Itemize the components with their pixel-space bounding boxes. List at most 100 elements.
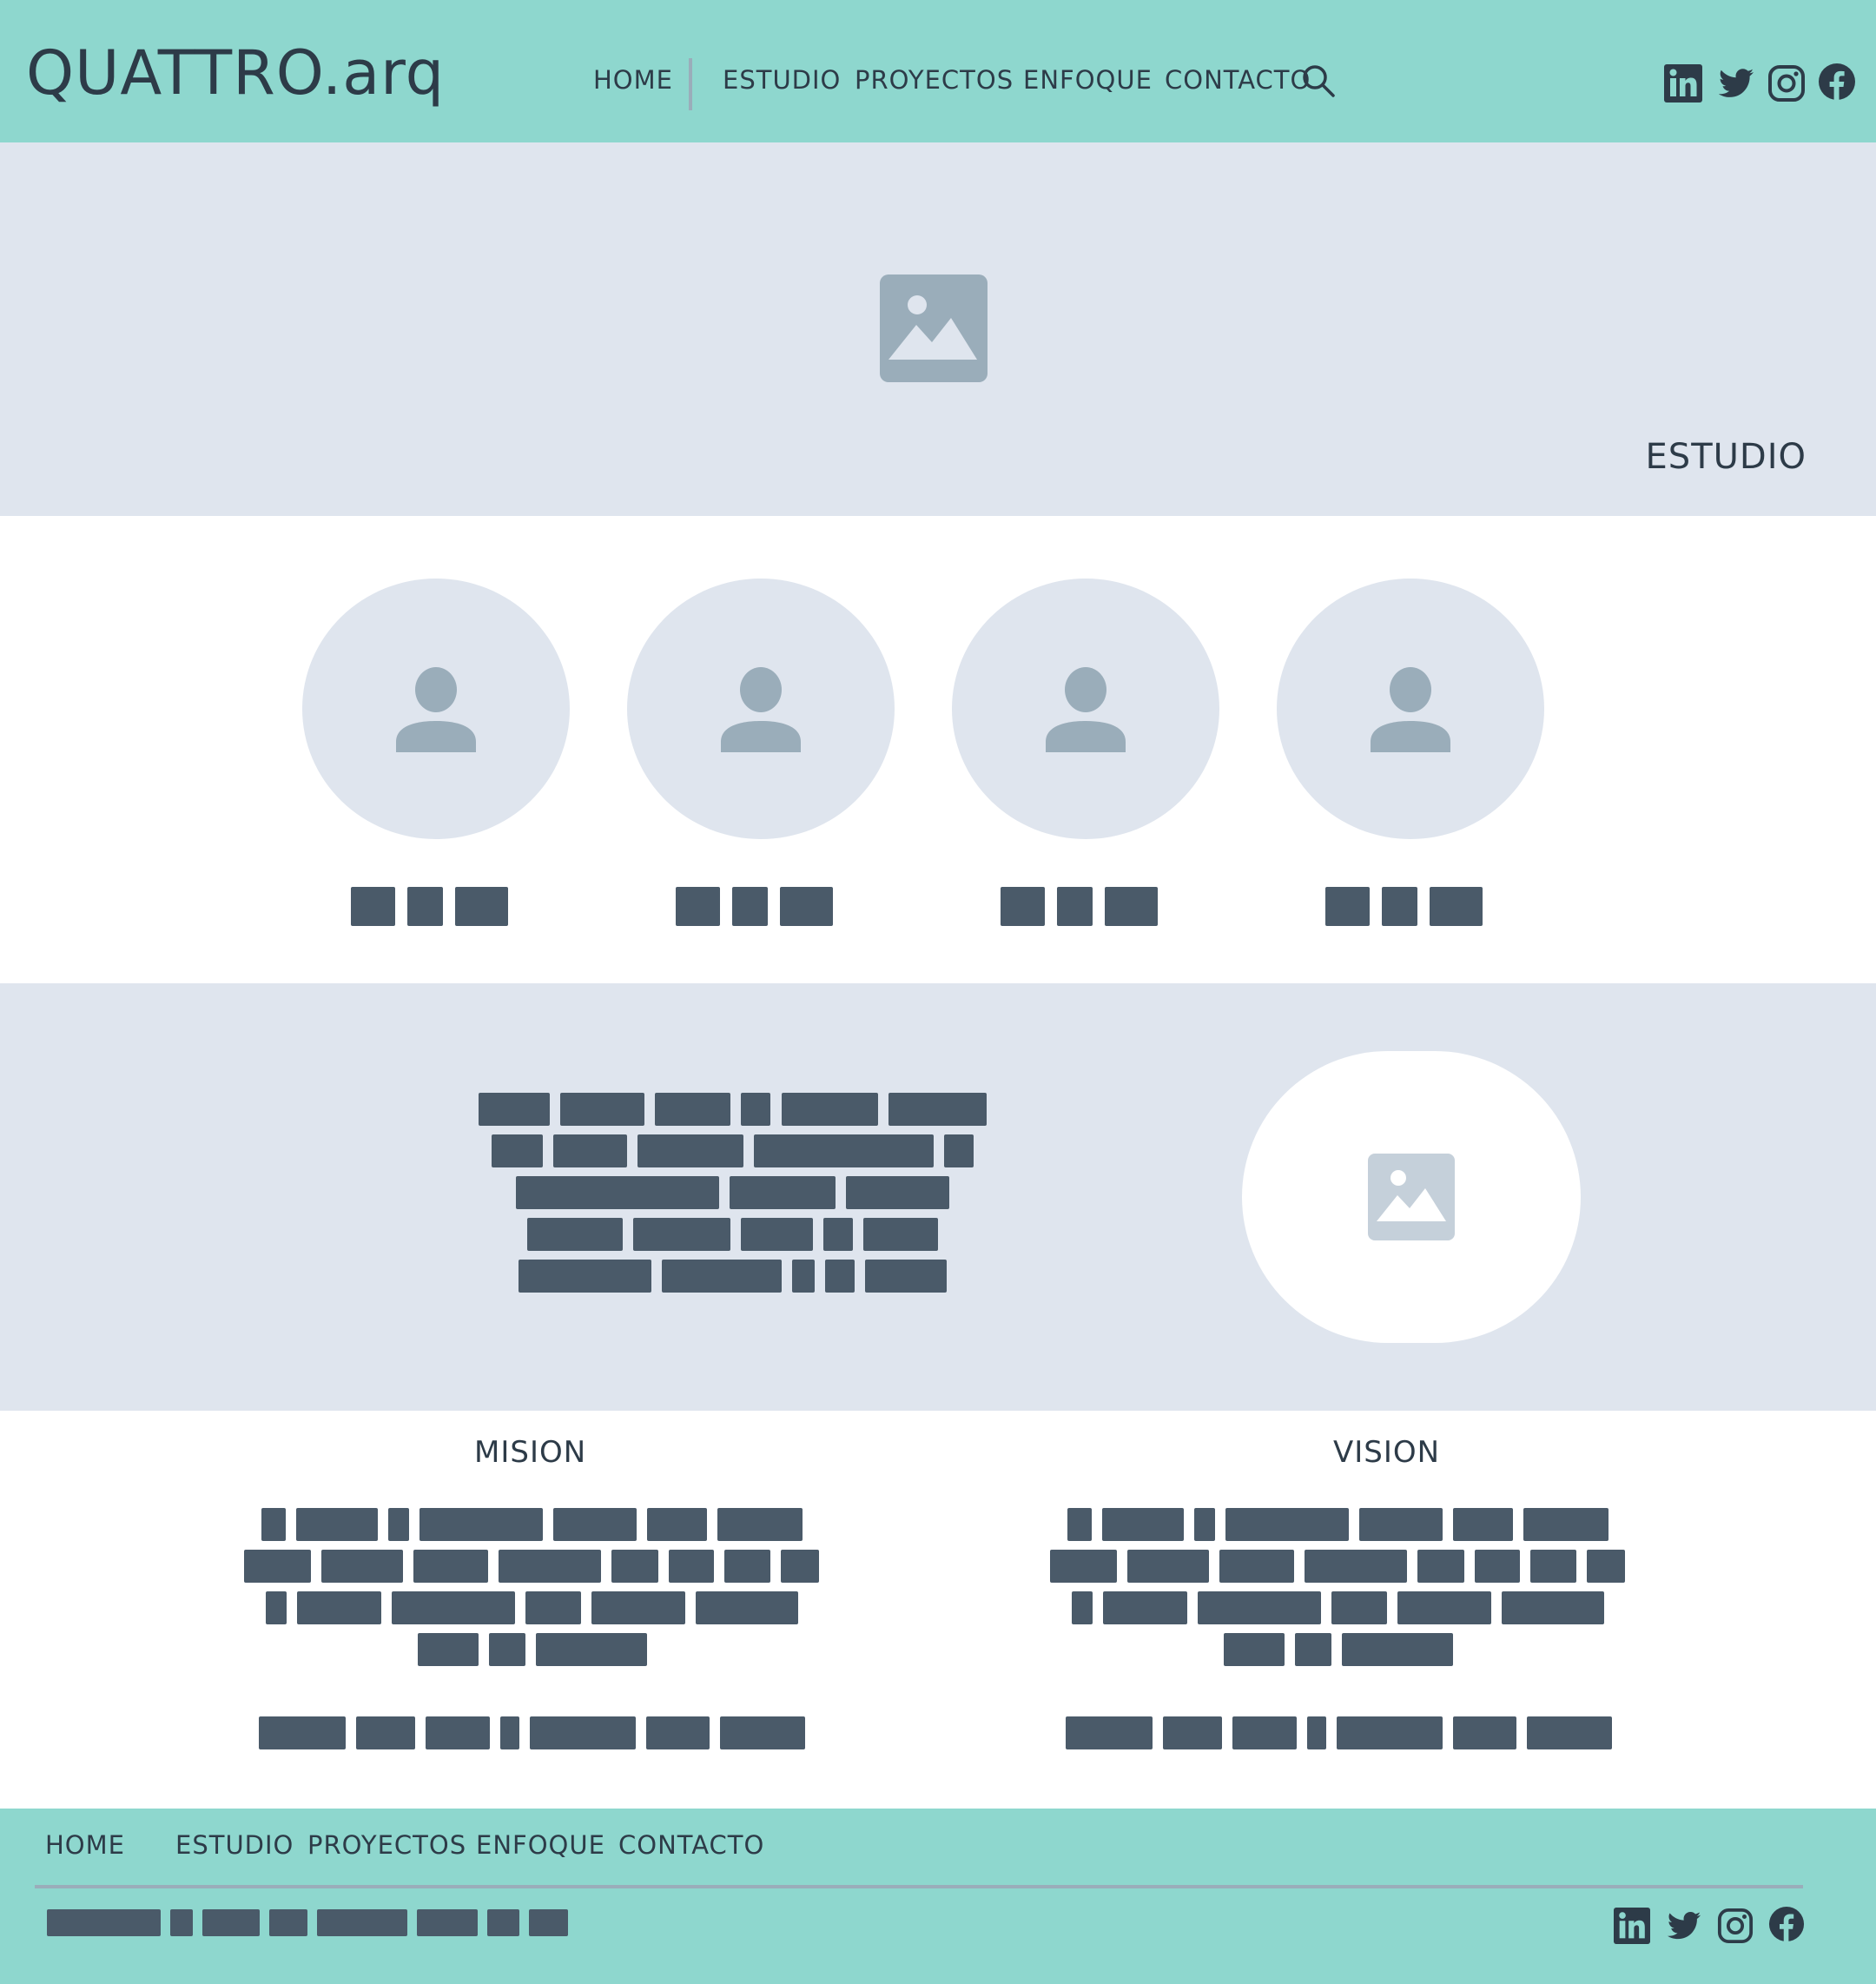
text-placeholder <box>1103 1591 1187 1624</box>
footer-divider <box>35 1885 1803 1888</box>
instagram-icon[interactable] <box>1767 64 1806 103</box>
vision-title: VISION <box>1333 1435 1441 1470</box>
linkedin-icon[interactable] <box>1614 1908 1650 1944</box>
nav-estudio[interactable]: ESTUDIO <box>723 63 841 97</box>
text-placeholder <box>519 1260 651 1293</box>
text-placeholder <box>492 1134 543 1167</box>
nav-divider <box>689 58 692 110</box>
nav-proyectos[interactable]: PROYECTOS <box>855 63 1014 97</box>
text-placeholder <box>1001 887 1045 926</box>
text-placeholder <box>717 1508 803 1541</box>
site-footer: HOME ESTUDIO PROYECTOS ENFOQUE CONTACTO <box>0 1809 1876 1984</box>
footer-nav-proyectos[interactable]: PROYECTOS <box>307 1828 466 1862</box>
facebook-icon[interactable] <box>1818 63 1856 101</box>
text-placeholder <box>1587 1550 1625 1583</box>
about-image-frame <box>1242 1051 1581 1343</box>
text-placeholder <box>1475 1550 1520 1583</box>
text-placeholder <box>741 1093 770 1126</box>
team-member-avatar <box>627 579 895 839</box>
text-placeholder <box>244 1550 311 1583</box>
site-logo[interactable]: QUATTRO.arq <box>26 38 445 108</box>
text-placeholder <box>1530 1550 1576 1583</box>
mission-vision-section: MISION VISION <box>0 1411 1876 1809</box>
text-placeholder <box>781 1550 819 1583</box>
text-placeholder <box>1453 1716 1516 1749</box>
text-placeholder <box>261 1508 286 1541</box>
text-placeholder <box>633 1218 730 1251</box>
text-placeholder <box>560 1093 644 1126</box>
text-placeholder <box>392 1591 515 1624</box>
text-placeholder <box>455 887 508 926</box>
text-placeholder <box>479 1093 550 1126</box>
text-placeholder <box>780 887 833 926</box>
about-section <box>0 983 1876 1411</box>
text-placeholder <box>1198 1591 1321 1624</box>
text-placeholder <box>1102 1508 1184 1541</box>
text-placeholder <box>536 1633 647 1666</box>
text-placeholder <box>754 1134 934 1167</box>
text-placeholder <box>202 1909 260 1936</box>
text-placeholder <box>865 1260 947 1293</box>
nav-enfoque[interactable]: ENFOQUE <box>1023 63 1153 97</box>
footer-nav-estudio[interactable]: ESTUDIO <box>175 1828 294 1862</box>
text-placeholder <box>418 1633 479 1666</box>
text-placeholder <box>846 1176 949 1209</box>
text-placeholder <box>527 1218 623 1251</box>
text-placeholder <box>696 1591 798 1624</box>
text-placeholder <box>297 1591 381 1624</box>
site-header: QUATTRO.arq HOME ESTUDIO PROYECTOS ENFOQ… <box>0 0 1876 142</box>
text-placeholder <box>669 1550 714 1583</box>
text-placeholder <box>655 1093 730 1126</box>
text-placeholder <box>611 1550 658 1583</box>
text-placeholder <box>1225 1508 1349 1541</box>
text-placeholder <box>1305 1550 1407 1583</box>
nav-contacto[interactable]: CONTACTO <box>1165 63 1311 97</box>
footer-nav-enfoque[interactable]: ENFOQUE <box>476 1828 605 1862</box>
team-member-avatar <box>302 579 570 839</box>
text-placeholder <box>1430 887 1483 926</box>
text-placeholder <box>1072 1591 1093 1624</box>
text-placeholder <box>413 1550 488 1583</box>
text-placeholder <box>1232 1716 1297 1749</box>
text-placeholder <box>296 1508 378 1541</box>
text-placeholder <box>1417 1550 1464 1583</box>
text-placeholder <box>1502 1591 1604 1624</box>
text-placeholder <box>266 1591 287 1624</box>
text-placeholder <box>1127 1550 1209 1583</box>
text-placeholder <box>47 1909 161 1936</box>
text-placeholder <box>553 1134 627 1167</box>
text-placeholder <box>741 1218 813 1251</box>
text-placeholder <box>825 1260 855 1293</box>
nav-home[interactable]: HOME <box>593 63 673 97</box>
text-placeholder <box>1342 1633 1453 1666</box>
text-placeholder <box>1224 1633 1285 1666</box>
text-placeholder <box>863 1218 938 1251</box>
text-placeholder <box>426 1716 490 1749</box>
text-placeholder <box>388 1508 409 1541</box>
text-placeholder <box>1105 887 1158 926</box>
image-placeholder-icon <box>880 274 988 382</box>
text-placeholder <box>259 1716 346 1749</box>
footer-nav-home[interactable]: HOME <box>45 1828 125 1862</box>
text-placeholder <box>1295 1633 1331 1666</box>
text-placeholder <box>1523 1508 1608 1541</box>
instagram-icon[interactable] <box>1717 1908 1754 1944</box>
team-section <box>0 516 1876 983</box>
text-placeholder <box>530 1716 636 1749</box>
text-placeholder <box>525 1591 581 1624</box>
team-member-avatar <box>952 579 1219 839</box>
text-placeholder <box>489 1633 525 1666</box>
twitter-icon[interactable] <box>1666 1908 1702 1944</box>
linkedin-icon[interactable] <box>1664 64 1702 103</box>
text-placeholder <box>500 1716 519 1749</box>
text-placeholder <box>499 1550 601 1583</box>
text-placeholder <box>1307 1716 1326 1749</box>
search-icon[interactable] <box>1301 63 1336 98</box>
text-placeholder <box>1050 1550 1117 1583</box>
footer-nav-contacto[interactable]: CONTACTO <box>618 1828 764 1862</box>
text-placeholder <box>516 1176 719 1209</box>
facebook-icon[interactable] <box>1768 1906 1805 1942</box>
twitter-icon[interactable] <box>1717 64 1755 103</box>
mission-title: MISION <box>474 1435 587 1470</box>
text-placeholder <box>321 1550 403 1583</box>
